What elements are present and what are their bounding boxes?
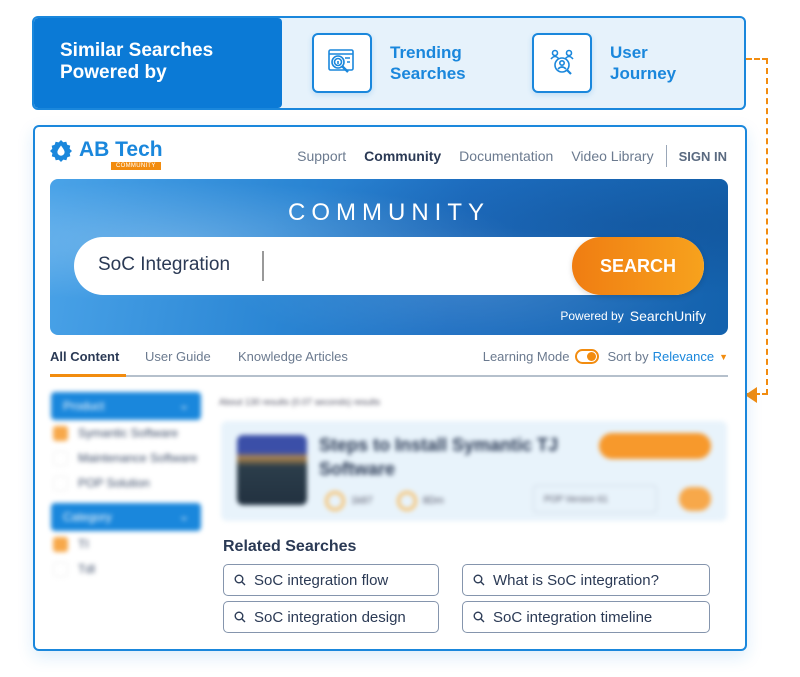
nav-support[interactable]: Support (297, 148, 346, 164)
content-tabs: All Content User Guide Knowledge Article… (50, 347, 728, 377)
tab-all-content[interactable]: All Content (50, 349, 119, 364)
facet-item[interactable]: POP Solution (51, 470, 201, 495)
hero-search-section: COMMUNITY SEARCH Powered by SearchUnify (50, 179, 728, 335)
user-journey-icon (532, 33, 592, 93)
feature-user-journey: User Journey (532, 33, 676, 93)
checkbox[interactable] (53, 562, 68, 577)
feature-label-line2: Journey (610, 64, 677, 83)
related-search-chip[interactable]: What is SoC integration? (462, 564, 710, 596)
logo-badge: COMMUNITY (111, 162, 161, 170)
checkbox[interactable] (53, 451, 68, 466)
search-icon (234, 574, 246, 586)
logo[interactable]: AB Tech COMMUNITY (49, 138, 163, 170)
checkbox[interactable] (53, 476, 68, 491)
chip-label: SoC integration flow (254, 571, 389, 589)
likes-count: 8Dm (422, 495, 444, 507)
related-search-chip[interactable]: SoC integration design (223, 601, 439, 633)
facet-item-label: Maintenance Software (78, 451, 198, 465)
feature-trending-searches: Trending Searches (312, 33, 466, 93)
facet-item[interactable]: TdI (51, 556, 201, 581)
search-input[interactable] (98, 254, 578, 276)
learning-mode-toggle[interactable] (575, 349, 600, 364)
checkbox-checked[interactable] (53, 537, 68, 552)
result-stats: 1k87 8Dm (325, 491, 444, 511)
result-controls: Learning Mode Sort by Relevance ▼ (483, 349, 728, 364)
related-searches-title: Related Searches (223, 538, 357, 555)
feature-label-line1: User (610, 43, 648, 62)
facet-title: Product (63, 399, 105, 413)
sign-in-link[interactable]: SIGN IN (679, 149, 727, 164)
chip-label: SoC integration design (254, 608, 406, 626)
facet-header-category[interactable]: Category ⌄ (51, 503, 201, 531)
search-icon (473, 574, 485, 586)
hero-title: COMMUNITY (288, 199, 490, 226)
likes-stat: 8Dm (396, 491, 444, 511)
result-thumbnail (237, 435, 307, 505)
result-badge[interactable] (679, 487, 711, 511)
site-header: AB Tech COMMUNITY Support Community Docu… (35, 127, 745, 179)
chevron-icon: ⌄ (178, 398, 189, 412)
nav-documentation[interactable]: Documentation (459, 148, 553, 164)
chevron-icon: ⌄ (178, 509, 189, 523)
active-tab-indicator (50, 374, 126, 377)
result-item[interactable]: Steps to Install Symantic TJ Software 1k… (221, 421, 727, 521)
facet-item[interactable]: TI (51, 531, 201, 556)
search-bar: SEARCH (74, 237, 704, 295)
chevron-down-icon[interactable]: ▼ (719, 352, 728, 362)
tab-knowledge-articles[interactable]: Knowledge Articles (238, 349, 348, 364)
views-stat: 1k87 (325, 491, 373, 511)
search-button[interactable]: SEARCH (572, 237, 704, 295)
tab-user-guide[interactable]: User Guide (145, 349, 211, 364)
result-tag (599, 433, 711, 459)
facet-item-label: POP Solution (78, 476, 150, 490)
nav-community[interactable]: Community (364, 148, 441, 164)
facet-title: Category (63, 510, 112, 524)
logo-text: AB Tech (79, 138, 163, 161)
facet-item-label: Symantic Software (78, 426, 179, 440)
search-icon (473, 611, 485, 623)
trending-search-icon (312, 33, 372, 93)
sort-label: Sort by (607, 349, 649, 364)
views-count: 1k87 (351, 495, 373, 507)
checkbox-checked[interactable] (53, 426, 68, 441)
nav-video-library[interactable]: Video Library (571, 148, 653, 164)
likes-icon (396, 491, 417, 511)
chip-label: SoC integration timeline (493, 608, 653, 626)
top-nav: Support Community Documentation Video Li… (279, 145, 727, 167)
chip-label: What is SoC integration? (493, 571, 659, 589)
nav-divider (665, 145, 667, 167)
facet-item[interactable]: Maintenance Software (51, 445, 201, 470)
facet-header-product[interactable]: Product ⌄ (51, 392, 201, 420)
gear-logo-icon (50, 140, 72, 162)
powered-by-label: Powered by (560, 309, 624, 323)
feature-label: User Journey (610, 42, 676, 84)
facet-item[interactable]: Symantic Software (51, 420, 201, 445)
feature-label: Trending Searches (390, 42, 466, 84)
related-search-chip[interactable]: SoC integration timeline (462, 601, 710, 633)
banner-heading-line1: Similar Searches (60, 40, 214, 61)
sort-dropdown[interactable]: Relevance (653, 349, 714, 364)
search-icon (234, 611, 246, 623)
banner-heading-line2: Powered by (60, 62, 167, 83)
text-cursor (262, 251, 264, 281)
feature-label-line2: Searches (390, 64, 466, 83)
dashed-connector (746, 58, 768, 395)
powered-by: Powered by SearchUnify (560, 308, 706, 324)
version-dropdown[interactable]: POP Version 61 (533, 485, 657, 513)
searchunify-logo[interactable]: SearchUnify (630, 308, 706, 324)
facet-item-label: TdI (78, 562, 96, 576)
learning-mode-label: Learning Mode (482, 349, 570, 364)
feature-banner: Similar Searches Powered by Trending Sea… (32, 16, 746, 110)
community-page-card: AB Tech COMMUNITY Support Community Docu… (33, 125, 747, 651)
related-search-chip[interactable]: SoC integration flow (223, 564, 439, 596)
result-title[interactable]: Steps to Install Symantic TJ Software (319, 433, 579, 481)
facet-sidebar: Product ⌄ Symantic Software Maintenance … (51, 392, 201, 632)
facet-item-label: TI (78, 537, 89, 551)
feature-label-line1: Trending (390, 43, 462, 62)
results-count: About 130 results (0.07 seconds) results (219, 397, 381, 407)
views-icon (325, 491, 345, 511)
banner-heading: Similar Searches Powered by (34, 18, 282, 108)
